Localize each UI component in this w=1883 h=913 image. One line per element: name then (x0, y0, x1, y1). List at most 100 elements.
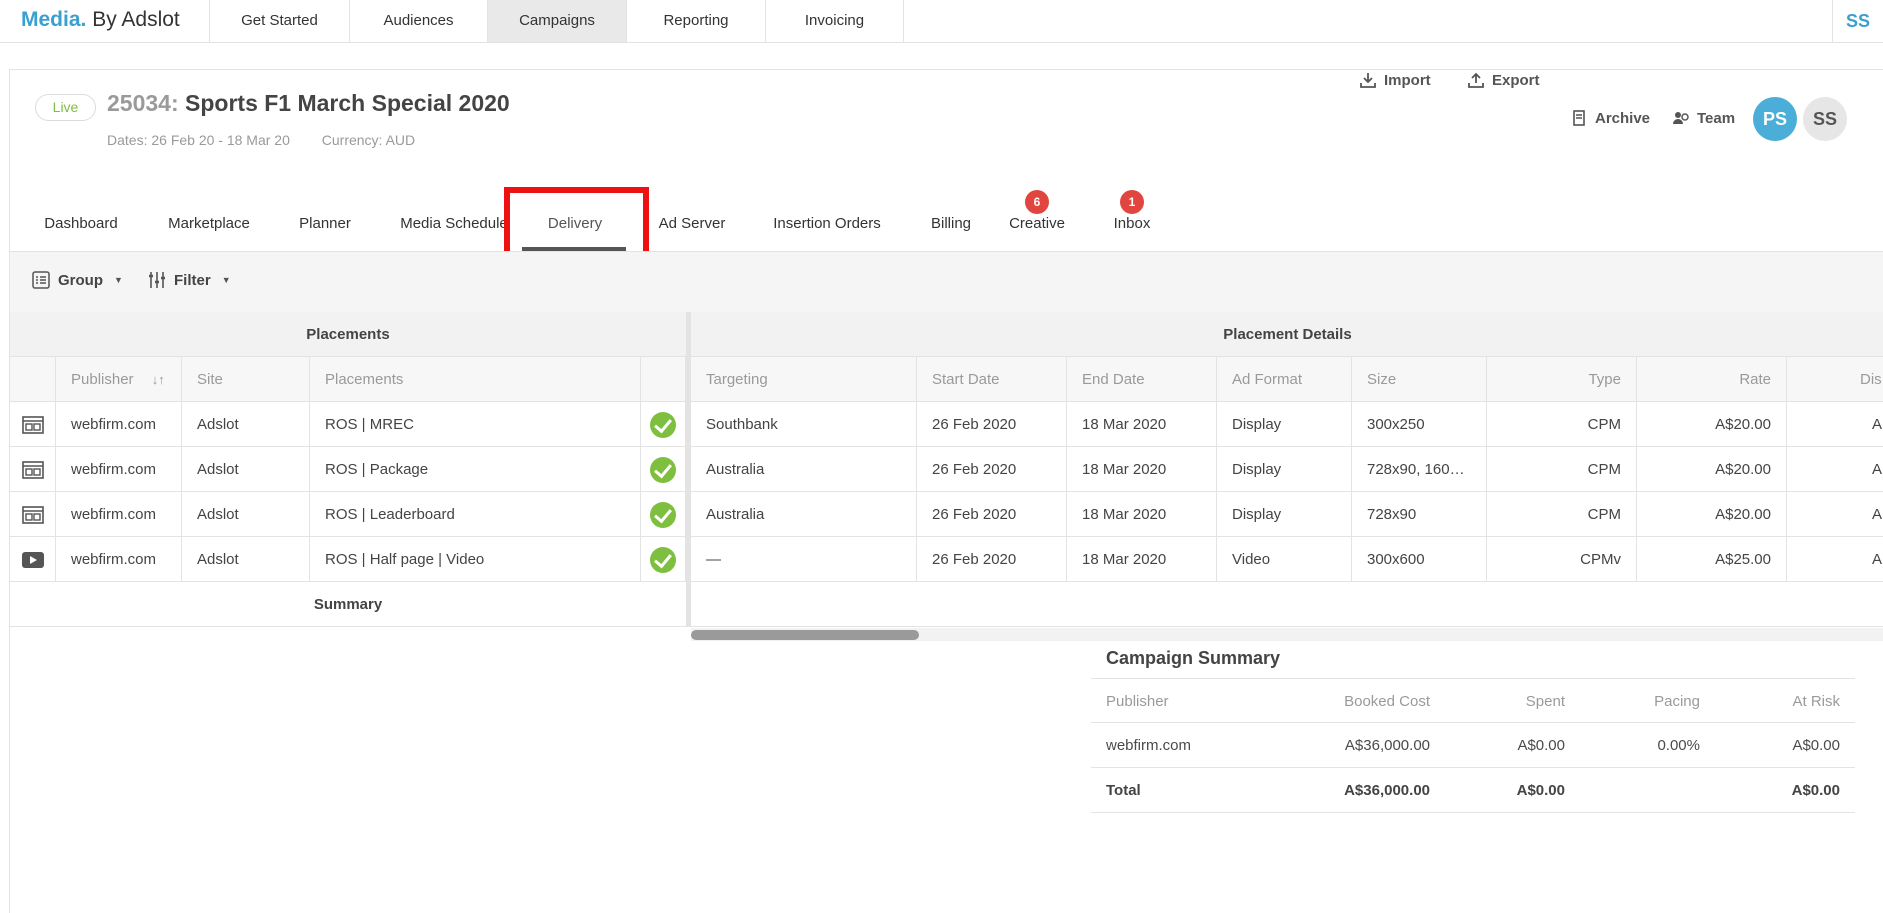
tab-ad-server[interactable]: Ad Server (647, 215, 737, 245)
cell-rate: A$25.00 (1637, 537, 1787, 582)
campaign-id: 25034: (107, 90, 179, 116)
archive-label: Archive (1595, 109, 1651, 127)
video-placement-icon (10, 537, 56, 582)
summary-col-pacing: Pacing (1654, 693, 1700, 710)
cell-publisher: webfirm.com (56, 447, 182, 492)
col-dis-header[interactable]: Dis (1787, 357, 1883, 402)
cell-ad-format: Display (1217, 402, 1352, 447)
cell-end-date: 18 Mar 2020 (1067, 492, 1217, 537)
cell-start-date: 26 Feb 2020 (917, 492, 1067, 537)
cell-site: Adslot (182, 537, 310, 582)
cell-ad-format: Display (1217, 492, 1352, 537)
group-label: Group (58, 271, 103, 289)
tab-billing[interactable]: Billing (916, 215, 986, 245)
team-label: Team (1697, 109, 1736, 127)
scrollbar-thumb[interactable] (691, 630, 919, 640)
caret-down-icon: ▼ (114, 275, 123, 285)
cell-targeting: Southbank (691, 402, 917, 447)
cell-dis: A (1787, 492, 1883, 537)
cell-end-date: 18 Mar 2020 (1067, 402, 1217, 447)
cell-size: 728x90 (1352, 492, 1487, 537)
horizontal-scrollbar[interactable] (691, 628, 1883, 641)
tab-media-schedule[interactable]: Media Schedule (388, 215, 520, 245)
status-check-icon (641, 402, 686, 447)
tab-dashboard[interactable]: Dashboard (35, 215, 127, 245)
summary-col-booked-cost: Booked Cost (1344, 693, 1430, 710)
tab-creative[interactable]: Creative (1007, 215, 1067, 245)
col-placements-header[interactable]: Placements (310, 357, 641, 402)
cell-rate: A$20.00 (1637, 402, 1787, 447)
nav-tab-invoicing[interactable]: Invoicing (765, 0, 904, 42)
team-icon (1673, 112, 1689, 124)
group-dropdown[interactable]: Group ▼ (31, 270, 123, 290)
summary-col-spent: Spent (1525, 693, 1565, 710)
avatar-ss[interactable]: SS (1803, 97, 1847, 141)
team-button[interactable]: Team (1671, 106, 1735, 130)
campaign-dates: Dates: 26 Feb 20 - 18 Mar 20 (107, 132, 290, 148)
import-button[interactable]: Import (1358, 68, 1431, 92)
tab-planner[interactable]: Planner (288, 215, 362, 245)
sort-icon[interactable]: ↓↑ (152, 372, 165, 387)
check-icon (650, 457, 676, 484)
summary-spent: A$0.00 (1517, 737, 1565, 754)
cell-targeting: Australia (691, 492, 917, 537)
cell-ad-format: Video (1217, 537, 1352, 582)
col-targeting-header[interactable]: Targeting (691, 357, 917, 402)
summary-row-label: Summary (10, 582, 686, 627)
archive-button[interactable]: Archive (1569, 106, 1650, 130)
cell-start-date: 26 Feb 2020 (917, 402, 1067, 447)
summary-total-spent: A$0.00 (1516, 782, 1565, 799)
export-label: Export (1492, 71, 1540, 89)
grid-toolbar: Group ▼ Filter ▼ (10, 251, 1883, 312)
tab-inbox[interactable]: Inbox (1105, 215, 1159, 245)
cell-site: Adslot (182, 492, 310, 537)
cell-end-date: 18 Mar 2020 (1067, 447, 1217, 492)
status-check-icon (641, 537, 686, 582)
cell-rate: A$20.00 (1637, 447, 1787, 492)
nav-tab-reporting[interactable]: Reporting (626, 0, 765, 42)
col-size-header[interactable]: Size (1352, 357, 1487, 402)
top-nav: Media. By Adslot Get Started Audiences C… (0, 0, 1883, 43)
summary-col-at-risk: At Risk (1792, 693, 1840, 710)
sliders-icon (149, 272, 165, 288)
avatar-ps[interactable]: PS (1753, 97, 1797, 141)
col-rate-header[interactable]: Rate (1637, 357, 1787, 402)
status-check-icon (641, 447, 686, 492)
cell-start-date: 26 Feb 2020 (917, 537, 1067, 582)
col-start-date-header[interactable]: Start Date (917, 357, 1067, 402)
cell-end-date: 18 Mar 2020 (1067, 537, 1217, 582)
tab-marketplace[interactable]: Marketplace (157, 215, 261, 245)
brand-by: By Adslot (92, 8, 180, 31)
cell-size: 728x90, 160x… (1352, 447, 1487, 492)
brand-logo[interactable]: Media. By Adslot (21, 8, 180, 32)
campaign-name: Sports F1 March Special 2020 (185, 90, 510, 116)
col-publisher-header[interactable]: Publisher ↓↑ (56, 357, 182, 402)
summary-total-booked: A$36,000.00 (1344, 782, 1430, 799)
col-ad-format-header[interactable]: Ad Format (1217, 357, 1352, 402)
col-site-header[interactable]: Site (182, 357, 310, 402)
cell-publisher: webfirm.com (56, 402, 182, 447)
cell-placement: ROS | MREC (310, 402, 641, 447)
nav-tab-campaigns[interactable]: Campaigns (487, 0, 626, 42)
cell-type: CPM (1487, 447, 1637, 492)
campaign-currency: Currency: AUD (321, 132, 416, 148)
filter-label: Filter (174, 271, 211, 289)
page-title: 25034: Sports F1 March Special 2020 (107, 90, 510, 117)
col-end-date-header[interactable]: End Date (1067, 357, 1217, 402)
tab-insertion-orders[interactable]: Insertion Orders (763, 215, 891, 245)
export-button[interactable]: Export (1466, 68, 1540, 92)
cell-start-date: 26 Feb 2020 (917, 447, 1067, 492)
cell-type: CPM (1487, 492, 1637, 537)
publisher-header-label: Publisher (71, 371, 134, 388)
summary-at-risk: A$0.00 (1792, 737, 1840, 754)
nav-tab-audiences[interactable]: Audiences (349, 0, 487, 42)
cell-placement: ROS | Half page | Video (310, 537, 641, 582)
cell-targeting: Australia (691, 447, 917, 492)
user-menu[interactable]: SS (1832, 0, 1883, 42)
placements-group-header: Placements (10, 312, 686, 357)
nav-tab-get-started[interactable]: Get Started (209, 0, 349, 42)
grid-split-divider[interactable] (686, 312, 691, 627)
col-type-header[interactable]: Type (1487, 357, 1637, 402)
cell-ad-format: Display (1217, 447, 1352, 492)
filter-dropdown[interactable]: Filter ▼ (147, 270, 231, 290)
